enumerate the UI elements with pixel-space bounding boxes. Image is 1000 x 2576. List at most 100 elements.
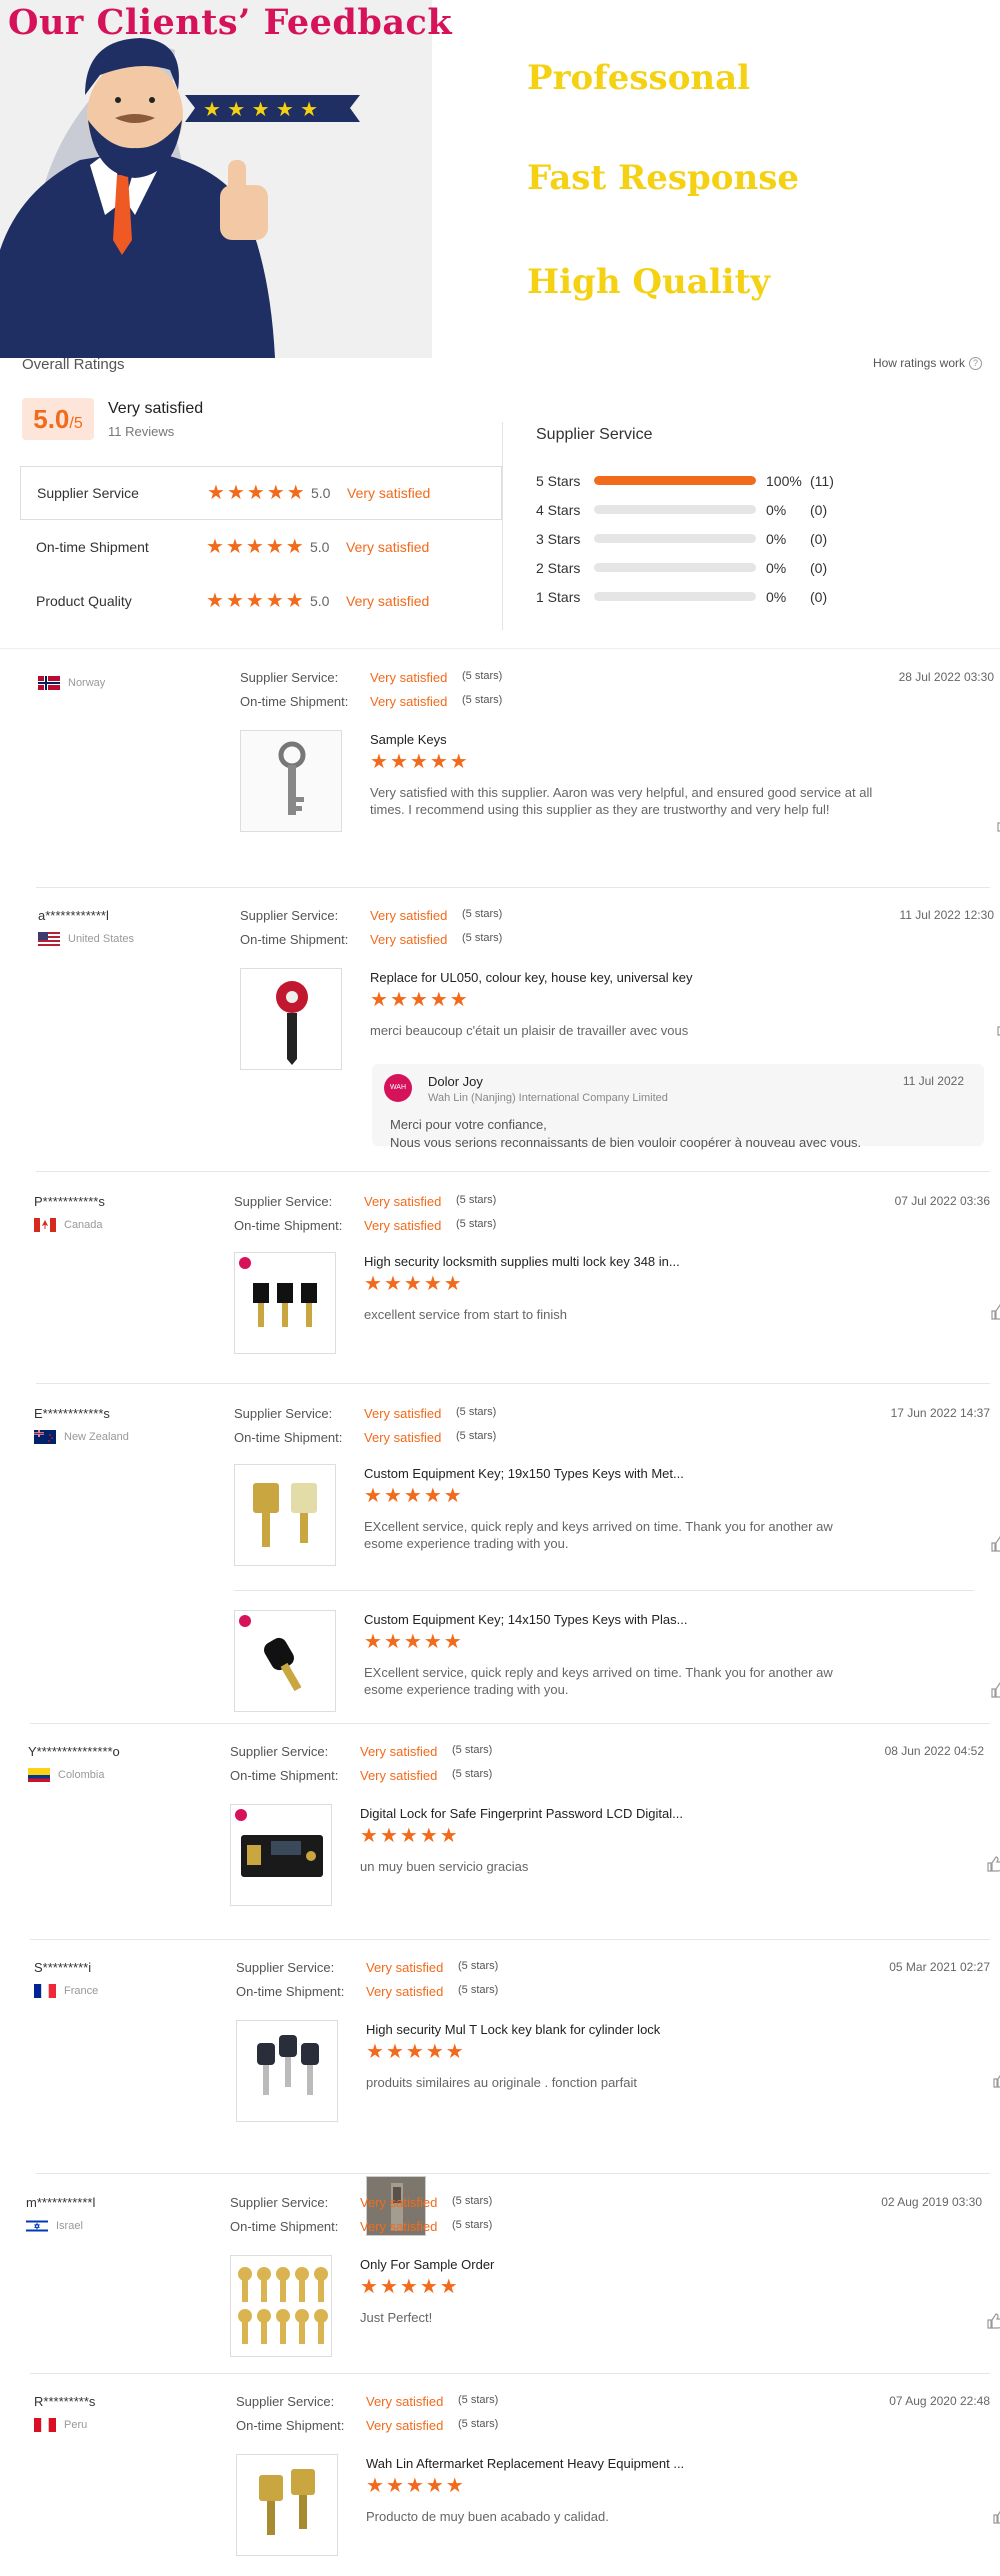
product-title[interactable]: Sample Keys <box>370 732 447 747</box>
rating-stars-text: (5 stars) <box>452 1768 493 1780</box>
rating-name: Supplier Service: <box>230 1744 329 1759</box>
distribution-count: (0) <box>810 588 828 605</box>
distribution-percent: 0% <box>766 501 787 518</box>
product-image[interactable] <box>234 1610 336 1712</box>
product-image[interactable] <box>234 1252 336 1354</box>
metric-name: Supplier Service <box>37 485 139 501</box>
distribution-bar <box>594 592 756 601</box>
ontime-shipment-rating: On-time Shipment: Very satisfied (5 star… <box>236 1984 498 1999</box>
review-text: Producto de muy buen acabado y calidad. <box>366 2509 609 2524</box>
like-button[interactable]: 0 <box>987 1856 1000 1872</box>
metric-ontime-shipment[interactable]: On-time Shipment ★ ★ ★ ★ ★ 5.0 Very satisfie… <box>20 520 502 574</box>
product-title[interactable]: Only For Sample Order <box>360 2257 494 2272</box>
overall-score-badge: 5.0/5 <box>22 398 94 440</box>
supplier-service-rating: Supplier Service: Very satisfied (5 star… <box>234 1194 496 1209</box>
metric-value: 5.0 <box>310 539 330 555</box>
reviewed-product: Wah Lin Aftermarket Replacement Heavy Eq… <box>236 2454 1000 2564</box>
metric-supplier-service[interactable]: Supplier Service ★ ★ ★ ★ ★ 5.0 Very satisfie… <box>20 466 502 520</box>
product-title[interactable]: High security locksmith supplies multi l… <box>364 1254 680 1269</box>
how-ratings-work-link[interactable]: How ratings work ? <box>873 356 982 370</box>
product-image[interactable] <box>240 968 342 1070</box>
product-stars: ★ ★ ★ ★ ★ <box>364 1486 462 1506</box>
metric-product-quality[interactable]: Product Quality ★ ★ ★ ★ ★ 5.0 Very satisfied <box>20 574 502 628</box>
rating-name: On-time Shipment: <box>234 1430 343 1445</box>
distribution-row-1: 1 Stars 0% (0) <box>536 582 834 611</box>
review-text: Very satisfied with this supplier. Aaron… <box>370 785 873 817</box>
product-stars: ★ ★ ★ ★ ★ <box>360 1826 458 1846</box>
star-icon: ★ <box>370 751 388 773</box>
review-text: merci beaucoup c'était un plaisir de tra… <box>370 1023 689 1038</box>
reviewed-product: Only For Sample Order ★ ★ ★ ★ ★ Just Perfect… <box>230 2255 1000 2365</box>
star-icon: ★ <box>385 2041 404 2063</box>
review-country: Colombia <box>28 1768 104 1782</box>
star-icon: ★ <box>423 1273 442 1295</box>
reviewed-product: High security locksmith supplies multi l… <box>234 1252 1000 1362</box>
product-image[interactable] <box>240 730 342 832</box>
review-country: New Zealand <box>34 1430 129 1444</box>
thumbs-up-icon <box>987 1856 1000 1872</box>
star-icon: ★ <box>383 1631 402 1653</box>
star-icon: ★ <box>425 2041 444 2063</box>
product-stars: ★ ★ ★ ★ ★ <box>364 1274 462 1294</box>
product-image[interactable] <box>236 2020 338 2122</box>
rating-stars-text: (5 stars) <box>452 2219 493 2231</box>
star-icon: ★ <box>403 1631 422 1653</box>
rating-name: Supplier Service: <box>240 908 339 923</box>
like-button[interactable]: 0 <box>991 1304 1000 1320</box>
like-button[interactable]: 0 <box>991 1682 1000 1698</box>
star-icon: ★ <box>265 536 284 558</box>
like-button[interactable]: 0 <box>993 2072 1000 2088</box>
supplier-service-rating: Supplier Service: Very satisfied (5 star… <box>240 670 502 685</box>
star-icon: ★ <box>449 751 468 773</box>
product-title[interactable]: Wah Lin Aftermarket Replacement Heavy Eq… <box>366 2456 684 2471</box>
metric-value: 5.0 <box>311 485 331 501</box>
star-icon: ★ <box>405 2041 424 2063</box>
ontime-shipment-rating: On-time Shipment: Very satisfied (5 star… <box>234 1430 496 1445</box>
product-image[interactable] <box>230 1804 332 1906</box>
star-icon: ★ <box>379 2276 398 2298</box>
star-icon: ★ <box>245 536 264 558</box>
product-image[interactable] <box>236 2454 338 2556</box>
product-title[interactable]: High security Mul T Lock key blank for c… <box>366 2022 660 2037</box>
like-button[interactable]: 0 <box>991 1536 1000 1552</box>
metric-name: On-time Shipment <box>36 539 149 555</box>
star-icon: ★ <box>449 989 468 1011</box>
star-icon: ★ <box>399 2276 418 2298</box>
star-icon: ★ <box>429 989 448 1011</box>
metric-label: Very satisfied <box>346 539 430 555</box>
rating-name: Supplier Service: <box>236 2394 335 2409</box>
section-divider <box>0 648 1000 649</box>
distribution-count: (0) <box>810 530 828 547</box>
product-title[interactable]: Custom Equipment Key; 19x150 Types Keys … <box>364 1466 684 1481</box>
supplier-reply: WAH Dolor Joy Wah Lin (Nanjing) Internat… <box>372 1064 984 1150</box>
metric-name: Product Quality <box>36 593 132 609</box>
svg-text:★ ★ ★ ★ ★: ★ ★ ★ ★ ★ <box>203 97 318 121</box>
rating-name: On-time Shipment: <box>236 2418 345 2433</box>
review-card: P***********s Canada Supplier Service: V… <box>20 1190 1000 1370</box>
distribution-row-5: 5 Stars 100% (11) <box>536 466 834 495</box>
star-icon: ★ <box>439 2276 458 2298</box>
rating-name: On-time Shipment: <box>240 932 349 947</box>
review-divider <box>30 1723 990 1724</box>
distribution-count: (0) <box>810 559 828 576</box>
star-icon: ★ <box>285 590 304 612</box>
star-icon: ★ <box>225 536 244 558</box>
reviewed-product: Replace for UL050, colour key, house key… <box>240 968 1000 1078</box>
product-image[interactable] <box>234 1464 336 1566</box>
like-button[interactable]: 0 <box>987 2313 1000 2329</box>
review-country: Peru <box>34 2418 87 2432</box>
reviewer-name: E************s <box>34 1406 110 1421</box>
product-title[interactable]: Digital Lock for Safe Fingerprint Passwo… <box>360 1806 683 1821</box>
rating-name: On-time Shipment: <box>230 1768 339 1783</box>
rating-stars-text: (5 stars) <box>456 1194 497 1206</box>
like-button[interactable]: 0 <box>993 2508 1000 2524</box>
review-text: excellent service from start to finish <box>364 1307 568 1322</box>
reviewer-name: S*********i <box>34 1960 92 1975</box>
reply-company: Wah Lin (Nanjing) International Company … <box>428 1092 668 1104</box>
review-card: R*********s Peru Supplier Service: Very … <box>20 2390 1000 2570</box>
product-title[interactable]: Custom Equipment Key; 14x150 Types Keys … <box>364 1612 687 1627</box>
product-image[interactable] <box>230 2255 332 2357</box>
product-stars: ★ ★ ★ ★ ★ <box>364 1632 462 1652</box>
product-title[interactable]: Replace for UL050, colour key, house key… <box>370 970 693 985</box>
country-name: Canada <box>64 1219 103 1231</box>
